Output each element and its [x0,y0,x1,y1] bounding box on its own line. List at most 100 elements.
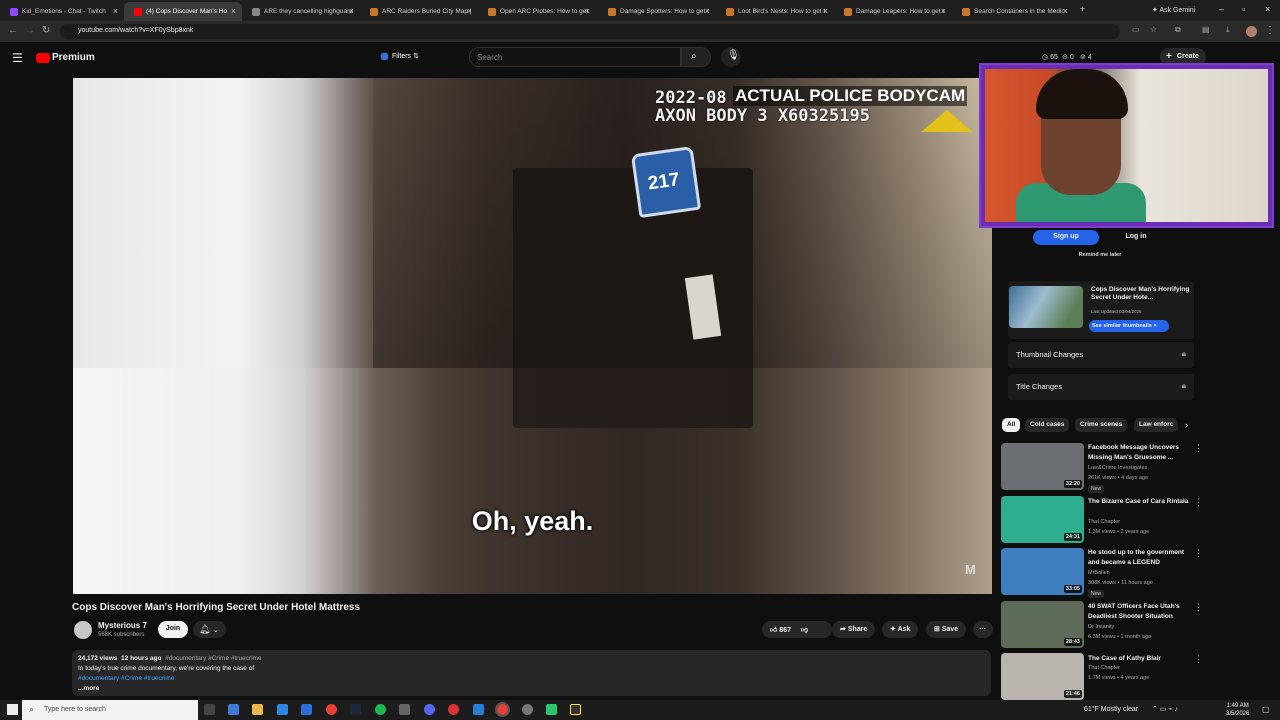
close-tab-icon[interactable]: × [467,6,472,16]
task-view-icon[interactable] [204,704,215,715]
close-tab-icon[interactable]: × [113,6,118,16]
login-button[interactable]: Log in [1118,230,1154,245]
close-tab-icon[interactable]: × [823,6,828,16]
save-button[interactable]: ⊞ Save [926,621,967,638]
related-channel[interactable]: That Chapter [1088,519,1120,525]
related-thumbnail[interactable]: 28:43 [1001,601,1084,648]
similar-thumbnails-button[interactable]: See similar thumbnails × [1089,320,1169,332]
notifications-icon[interactable]: ▢ [1262,705,1270,714]
description-tags-top[interactable]: #documentary #Crime #truecrime [165,655,261,662]
close-tab-icon[interactable]: × [349,6,354,16]
related-thumbnail[interactable]: 33:05 [1001,548,1084,595]
more-options-icon[interactable]: ⋮ [1194,497,1203,508]
file-explorer-icon[interactable] [252,704,263,715]
taskbar-search-input[interactable]: ⌕ Type here to search [22,700,198,720]
hamburger-menu-icon[interactable]: ☰ [12,51,23,65]
more-options-icon[interactable]: ⋮ [1194,443,1203,454]
more-options-icon[interactable]: ⋮ [1194,548,1203,559]
store-icon[interactable] [301,704,312,715]
chip-law-enforcement[interactable]: Law enforc [1134,418,1179,432]
subscribed-bell-button[interactable]: 🔔︎ ⌄ [193,621,226,638]
more-options-icon[interactable]: ⋮ [1194,602,1203,613]
related-channel[interactable]: Dr Insanity [1088,624,1114,630]
filters-button[interactable]: Filters ⇅ [378,49,425,64]
channel-avatar[interactable] [74,621,92,639]
chrome-active-icon[interactable] [495,702,510,717]
taskbar-clock[interactable]: 1:49 AM 3/5/2026 [1226,702,1249,718]
download-icon[interactable]: ⤓ [1226,25,1230,35]
remind-later-link[interactable]: Remind me later [1060,252,1140,258]
close-tab-icon[interactable]: × [585,6,590,16]
more-link[interactable]: ...more [78,684,985,694]
tab-highguard[interactable]: ARE they cancelling highguard × [242,2,360,21]
more-options-icon[interactable]: ⋮ [1194,654,1203,665]
close-tab-icon[interactable]: × [705,6,710,16]
steam-icon[interactable] [350,704,361,715]
search-button[interactable]: ⌕ [681,47,711,67]
related-title[interactable]: He stood up to the government and became… [1088,548,1192,567]
sidepanel-icon[interactable]: ▤ [1202,25,1210,34]
youtube-logo-icon[interactable] [36,53,50,63]
video-description[interactable]: 24,172 views 12 hours ago #documentary #… [72,650,991,696]
chip-all[interactable]: All [1002,418,1021,432]
related-channel[interactable]: That Chapter [1088,665,1120,671]
windows-start-icon[interactable] [7,704,18,715]
system-tray-icons[interactable]: ⌃ ▭ ⌁ ♪ [1152,705,1178,713]
signup-button[interactable]: Sign up [1033,230,1099,245]
share-button[interactable]: ➦ Share [832,621,876,638]
chip-cold-cases[interactable]: Cold cases [1025,418,1070,432]
extensions-icon[interactable]: ⧉ [1175,25,1181,35]
discord-icon[interactable] [424,704,435,715]
app-icon[interactable] [570,704,581,715]
thumbs-down-icon[interactable]: 👎︎ [801,627,808,634]
forward-icon[interactable]: → [25,25,35,36]
related-thumbnail[interactable]: 32:20 [1001,443,1084,490]
like-button[interactable]: 👍︎ 867 👎︎ [762,621,832,638]
close-window-icon[interactable]: × [1265,4,1270,14]
related-channel[interactable]: MrBallen [1088,570,1110,576]
voice-search-button[interactable]: 🎙︎ [721,47,741,67]
related-channel[interactable]: Law&Crime Investigates [1088,465,1147,471]
related-thumbnail[interactable]: 24:31 [1001,496,1084,543]
join-button[interactable]: Join [158,621,188,638]
reload-icon[interactable]: ↻ [42,25,50,36]
close-tab-icon[interactable]: × [1063,6,1068,16]
premium-logo-text[interactable]: Premium [52,52,95,63]
tab-twitch[interactable]: Kid_Emotions - Chat - Twitch × [0,2,124,21]
tab-damage-spotters[interactable]: Damage Spotters: How to get t × [598,2,716,21]
ask-button[interactable]: ✦ Ask [882,621,919,638]
tab-arc-probes[interactable]: Open ARC Probes: How to get × [478,2,596,21]
new-tab-icon[interactable]: + [1080,4,1085,14]
menu-dots-icon[interactable]: ⋮ [1265,25,1275,36]
maximize-icon[interactable]: ▫ [1242,4,1245,14]
close-tab-icon[interactable]: × [231,6,236,16]
app-icon[interactable] [399,704,410,715]
video-player[interactable]: 217 2022-08 AXON BODY 3 X60325195 ACTUAL… [73,78,992,594]
related-title[interactable]: 40 SWAT Officers Face Utah's Deadliest S… [1088,602,1192,621]
app-icon[interactable] [448,704,459,715]
close-tab-icon[interactable]: × [941,6,946,16]
obs-icon[interactable] [522,704,533,715]
url-input[interactable]: youtube.com/watch?v=XF0ySbp8xnk [60,24,1120,39]
chrome-icon[interactable] [326,704,337,715]
related-title[interactable]: The Case of Kathy Blair [1088,654,1192,664]
title-changes-row[interactable]: Title Changes 🔒︎ [1008,374,1194,400]
description-hashtags[interactable]: #documentary #Crime #truecrime [78,674,985,684]
chevron-right-icon[interactable]: › [1185,420,1188,430]
minimize-icon[interactable]: – [1219,4,1224,14]
ask-gemini-button[interactable]: ✦ Ask Gemini [1152,6,1195,14]
tab-loot-nests[interactable]: Loot Bird's Nests: How to get t × [716,2,834,21]
copilot-icon[interactable] [228,704,239,715]
spotify-icon[interactable] [375,704,386,715]
thumbnail-changes-row[interactable]: Thumbnail Changes 🔒︎ [1008,342,1194,368]
tab-youtube[interactable]: (4) Cops Discover Man's Ho × [124,2,242,21]
related-thumbnail[interactable]: 21:46 [1001,653,1084,700]
tab-arc-map[interactable]: ARC Raiders Buried City Map | × [360,2,478,21]
app-icon[interactable] [473,704,484,715]
tab-damage-leapers[interactable]: Damage Leapers: How to get t × [834,2,952,21]
related-title[interactable]: The Bizarre Case of Cara Rintala [1088,497,1192,507]
app-icon[interactable] [546,704,557,715]
channel-name[interactable]: Mysterious 7 [98,621,147,630]
profile-avatar[interactable] [1246,26,1257,37]
more-actions-button[interactable]: ⋯ [973,621,993,638]
